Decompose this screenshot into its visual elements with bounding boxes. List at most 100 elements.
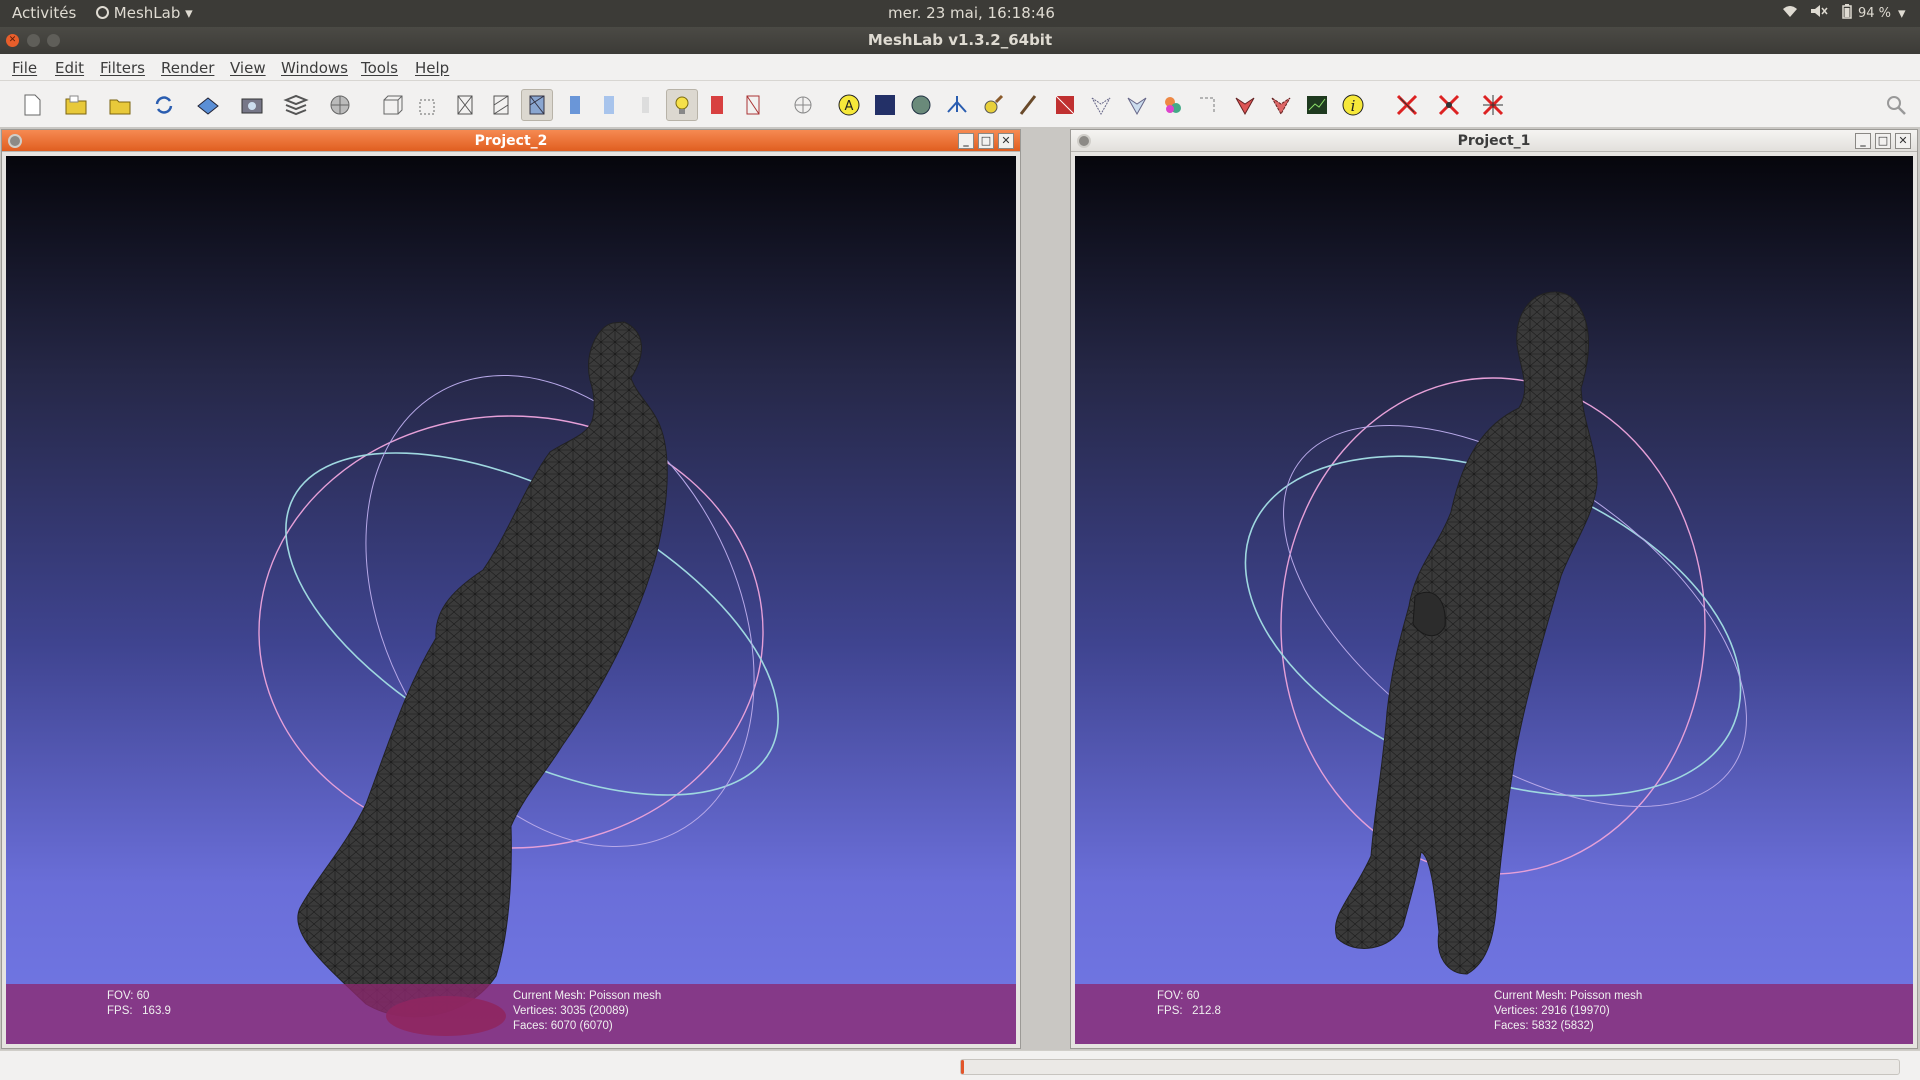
color-icon[interactable] (701, 89, 733, 121)
fancy-lighting-icon[interactable] (737, 89, 769, 121)
select-faces-icon[interactable] (1049, 89, 1081, 121)
viewer-window-project-1[interactable]: Project_1 _ □ ✕ FOV: 60 FPS: 212.8 Curre… (1070, 129, 1918, 1049)
info-icon[interactable]: i (1337, 89, 1369, 121)
system-menu-arrow-icon[interactable]: ▾ (1898, 4, 1906, 22)
viewer-window-project-2[interactable]: Project_2 _ □ ✕ FOV: 60 FPS: 163.9 Curre… (1, 129, 1021, 1049)
manipulator-icon[interactable] (787, 89, 819, 121)
open-project-icon[interactable] (104, 89, 136, 121)
mesh-figure (297, 321, 668, 1018)
hidden-lines-icon[interactable] (485, 89, 517, 121)
mesh-figure (1335, 291, 1598, 975)
menu-edit[interactable]: Edit (55, 59, 84, 77)
reload-icon[interactable] (148, 89, 180, 121)
wireframe-icon[interactable] (449, 89, 481, 121)
fov-label: FOV: (107, 990, 134, 1002)
battery-icon[interactable] (1842, 4, 1852, 23)
bounding-box-icon[interactable] (377, 89, 409, 121)
menu-render[interactable]: Render (161, 59, 214, 77)
attribute-color-icon[interactable] (1013, 89, 1045, 121)
clock[interactable]: mer. 23 mai, 16:18:46 (888, 4, 1055, 22)
vertices-text: Vertices: 3035 (20089) (513, 1005, 629, 1017)
annotate-icon[interactable]: A (833, 89, 865, 121)
menu-help[interactable]: Help (415, 59, 449, 77)
faces-text: Faces: 5832 (5832) (1494, 1020, 1594, 1032)
flat-icon[interactable] (559, 89, 591, 121)
status-bar (0, 1050, 1920, 1080)
vertices-text: Vertices: 2916 (19970) (1494, 1005, 1610, 1017)
app-menu-label: MeshLab (113, 4, 181, 22)
open-folder-icon[interactable] (60, 89, 92, 121)
fps-value: 212.8 (1192, 1005, 1221, 1017)
fps-value: 163.9 (142, 1005, 171, 1017)
sphere-sample-icon[interactable] (905, 89, 937, 121)
delete-faces-icon[interactable] (1391, 89, 1423, 121)
menu-tools[interactable]: Tools (361, 59, 398, 77)
search-icon[interactable] (1880, 89, 1912, 121)
maximize-window-button[interactable] (47, 34, 60, 47)
progress-bar (960, 1059, 1900, 1075)
close-window-button[interactable]: ✕ (6, 34, 19, 47)
viewer-window-title: Project_2 (474, 133, 548, 149)
fps-label: FPS: (107, 1005, 133, 1017)
window-title-bar: ✕ MeshLab v1.3.2_64bit (0, 27, 1920, 54)
wifi-icon[interactable] (1782, 4, 1798, 22)
minimize-window-button[interactable] (27, 34, 40, 47)
flat-lines-icon[interactable] (521, 89, 553, 121)
window-menu-icon[interactable] (8, 134, 22, 148)
maximize-icon[interactable]: □ (1875, 133, 1891, 149)
save-icon[interactable] (192, 89, 224, 121)
current-mesh-text: Current Mesh: Poisson mesh (513, 990, 662, 1002)
viewer-window-title-bar[interactable]: Project_2 _ □ ✕ (2, 130, 1020, 152)
reference-points-icon[interactable] (1193, 89, 1225, 121)
maximize-icon[interactable]: □ (978, 133, 994, 149)
menu-filters[interactable]: Filters (100, 59, 145, 77)
3d-viewport[interactable]: FOV: 60 FPS: 212.8 Current Mesh: Poisson… (1075, 156, 1913, 1044)
fov-label: FOV: (1157, 990, 1184, 1002)
viewer-window-title-bar[interactable]: Project_1 _ □ ✕ (1071, 130, 1917, 152)
fov-value: 60 (1186, 990, 1200, 1002)
chevron-down-icon: ▾ (185, 4, 193, 22)
frame-icon[interactable] (869, 89, 901, 121)
snapshot-icon[interactable] (236, 89, 268, 121)
layer-sphere-icon[interactable] (324, 89, 356, 121)
battery-percent: 94 % (1858, 6, 1892, 21)
select-connected-icon[interactable] (1229, 89, 1261, 121)
current-mesh-text: Current Mesh: Poisson mesh (1494, 990, 1643, 1002)
delete-all-icon[interactable] (1477, 89, 1509, 121)
points-icon[interactable] (413, 89, 445, 121)
minimize-icon[interactable]: _ (958, 133, 974, 149)
faces-text: Faces: 6070 (6070) (513, 1020, 613, 1032)
toolbar: A i (0, 81, 1920, 127)
meshlab-app-icon (96, 6, 109, 19)
activities-button[interactable]: Activités (12, 4, 76, 22)
window-menu-icon[interactable] (1077, 134, 1091, 148)
menu-file[interactable]: File (12, 59, 37, 77)
menu-windows[interactable]: Windows (281, 59, 348, 77)
align-icon[interactable] (941, 89, 973, 121)
svg-text:A: A (845, 99, 854, 114)
raster-icon[interactable] (1301, 89, 1333, 121)
quality-mapper-icon[interactable] (1157, 89, 1189, 121)
close-icon[interactable]: ✕ (1895, 133, 1911, 149)
new-document-icon[interactable] (16, 89, 48, 121)
light-icon[interactable] (666, 89, 698, 121)
measure-icon[interactable] (1265, 89, 1297, 121)
menu-view[interactable]: View (230, 59, 266, 77)
volume-muted-icon[interactable] (1810, 4, 1828, 22)
system-top-bar: Activités MeshLab ▾ mer. 23 mai, 16:18:4… (0, 0, 1920, 27)
svg-text:i: i (1351, 97, 1356, 115)
smooth-icon[interactable] (593, 89, 625, 121)
info-overlay: FOV: 60 FPS: 163.9 Current Mesh: Poisson… (6, 984, 1016, 1044)
mdi-workspace: Project_2 _ □ ✕ FOV: 60 FPS: 163.9 Curre… (0, 127, 1920, 1050)
app-menu-button[interactable]: MeshLab ▾ (96, 4, 193, 22)
layers-icon[interactable] (280, 89, 312, 121)
texture-icon[interactable] (629, 89, 661, 121)
pick-points-icon[interactable] (1121, 89, 1153, 121)
3d-viewport[interactable]: FOV: 60 FPS: 163.9 Current Mesh: Poisson… (6, 156, 1016, 1044)
close-icon[interactable]: ✕ (998, 133, 1014, 149)
paint-icon[interactable] (977, 89, 1009, 121)
select-vertices-icon[interactable] (1085, 89, 1117, 121)
mesh-scene (1244, 291, 1747, 975)
delete-vertices-icon[interactable] (1433, 89, 1465, 121)
minimize-icon[interactable]: _ (1855, 133, 1871, 149)
